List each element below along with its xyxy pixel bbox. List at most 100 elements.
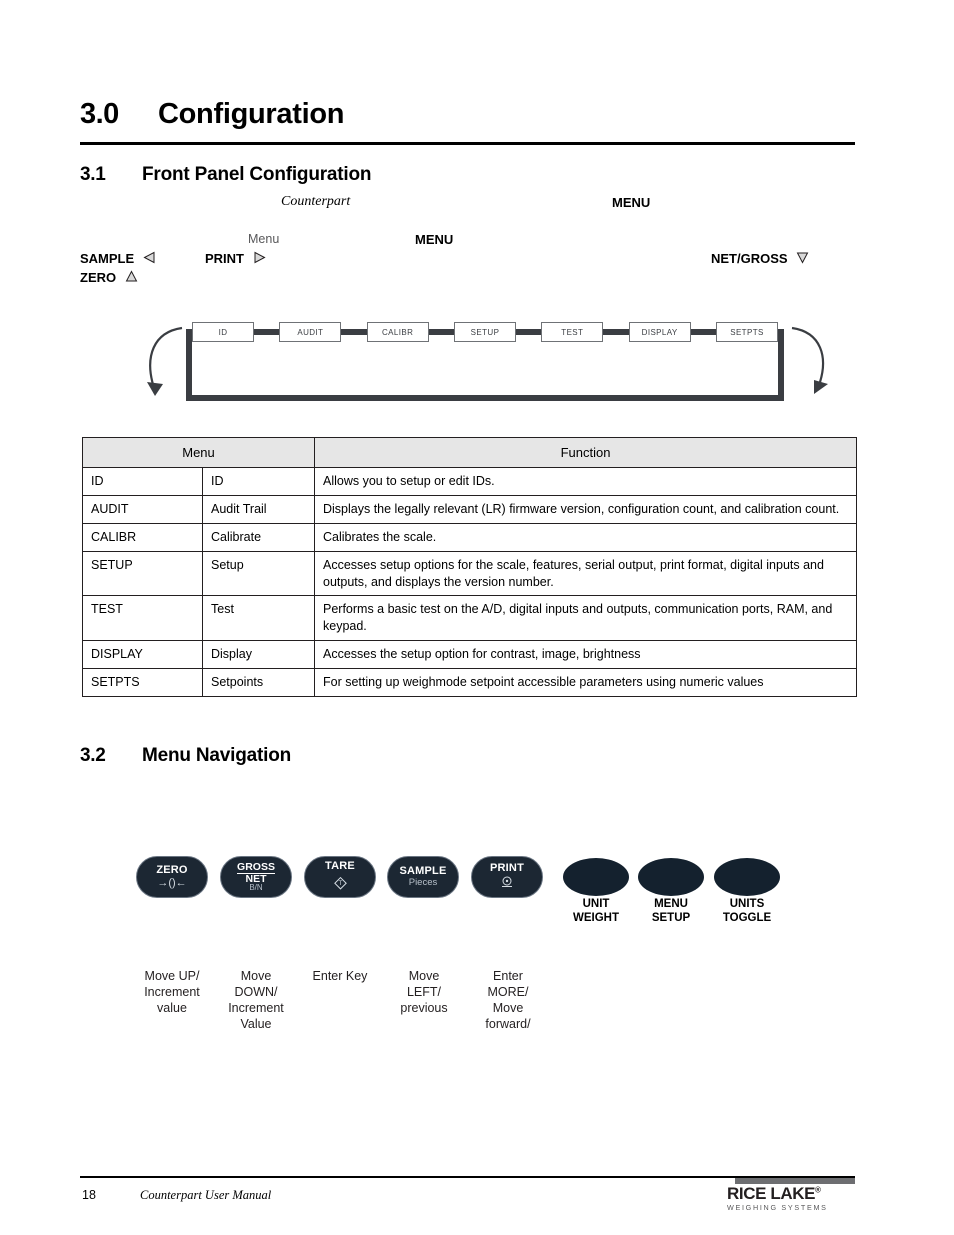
body-term-counterpart: Counterpart (281, 194, 351, 209)
caption-gross-net: Move DOWN/Increment Value (228, 969, 284, 1031)
key-menu-setup[interactable] (638, 858, 704, 896)
flow-node-setpts[interactable]: SETPTS (715, 322, 778, 342)
flow-node-list: ID AUDIT CALIBR SETUP TEST DISPLAY SETPT… (192, 320, 778, 344)
up-triangle-icon (125, 270, 138, 286)
section-3-0-title: Configuration (158, 98, 345, 130)
cell-menu-function: Displays the legally relevant (LR) firmw… (314, 494, 857, 524)
body-term-menu-word: Menu (248, 232, 280, 246)
section-3-2-title: Menu Navigation (142, 745, 292, 766)
body-term-menu-caps-1: MENU (612, 195, 651, 210)
table-row: AUDIT Audit Trail Displays the legally r… (82, 494, 857, 524)
section-3-0-number: 3.0 (80, 98, 119, 130)
cell-menu-name: Setup (202, 550, 315, 597)
table-header-row: Menu Function (82, 437, 857, 468)
zero-label: ZERO (80, 270, 117, 285)
key-sample[interactable]: SAMPLE Pieces (387, 856, 459, 898)
key-tare-label: TARE (325, 860, 355, 873)
flow-node-audit[interactable]: AUDIT (279, 322, 342, 342)
cell-menu-name: Calibrate (202, 522, 315, 552)
cell-menu-name: Display (202, 640, 315, 669)
key-bn-label: B/N (249, 883, 263, 892)
key-gross-net[interactable]: GROSS NET B/N (220, 856, 292, 898)
cell-menu-function: Performs a basic test on the A/D, digita… (314, 595, 857, 642)
print-label: PRINT (205, 251, 244, 266)
table-header-function: Function (314, 437, 857, 468)
key-units-toggle-line2: TOGGLE (722, 912, 772, 925)
table-row: SETPTS Setpoints For setting up weighmod… (82, 668, 857, 697)
down-triangle-icon (796, 251, 809, 267)
section-3-0-rule (80, 142, 855, 145)
flow-node-setup[interactable]: SETUP (453, 322, 516, 342)
body-term-print: PRINT (205, 251, 266, 267)
table-row: SETUP Setup Accesses setup options for t… (82, 550, 857, 597)
table-row: TEST Test Performs a basic test on the A… (82, 595, 857, 642)
body-term-net-gross: NET/GROSS (711, 251, 809, 267)
zero-bracket-icon: →()← (157, 877, 187, 890)
print-circle-icon (500, 876, 514, 891)
caption-zero: Move UP/Increment value (144, 969, 200, 1015)
body-term-menu-caps-2: MENU (415, 232, 454, 247)
section-3-0-heading: 3.0 Configuration (80, 98, 855, 131)
flow-node-id[interactable]: ID (192, 322, 254, 342)
rice-lake-logo: RICE LAKE® WEIGHING SYSTEMS (727, 1178, 855, 1212)
cell-menu-code: SETUP (82, 550, 203, 597)
footer-manual-title: Counterpart User Manual (140, 1188, 272, 1202)
key-zero-label: ZERO (156, 863, 188, 876)
key-gross-label: GROSS (237, 861, 275, 874)
cell-menu-function: Accesses the setup option for contrast, … (314, 640, 857, 669)
cell-menu-code: DISPLAY (82, 640, 203, 669)
section-3-2-number: 3.2 (80, 745, 106, 766)
table-row: CALIBR Calibrate Calibrates the scale. (82, 522, 857, 552)
cell-menu-function: Calibrates the scale. (314, 522, 857, 552)
table-header-menu: Menu (82, 437, 315, 468)
table-row: ID ID Allows you to setup or edit IDs. (82, 467, 857, 496)
menu-flow-diagram: ID AUDIT CALIBR SETUP TEST DISPLAY SETPT… (140, 312, 860, 412)
sample-label: SAMPLE (80, 251, 135, 266)
key-sample-label: SAMPLE (399, 864, 447, 877)
key-print[interactable]: PRINT (471, 856, 543, 898)
section-3-2-heading: 3.2 Menu Navigation (80, 745, 291, 767)
section-3-1-number: 3.1 (80, 164, 106, 185)
cell-menu-function: Accesses setup options for the scale, fe… (314, 550, 857, 597)
key-zero[interactable]: ZERO →()← (136, 856, 208, 898)
section-3-1-title: Front Panel Configuration (142, 164, 372, 185)
net-gross-label: NET/GROSS (711, 251, 788, 266)
key-print-label: PRINT (490, 861, 524, 874)
cell-menu-function: Allows you to setup or edit IDs. (314, 467, 857, 496)
logo-registered-icon: ® (815, 1185, 821, 1195)
loop-arrow-right-icon (791, 326, 828, 394)
menu-function-table: Menu Function ID ID Allows you to setup … (82, 437, 857, 697)
flow-node-display[interactable]: DISPLAY (628, 322, 691, 342)
manual-page: 3.0 Configuration 3.1 Front Panel Config… (0, 0, 954, 1235)
flow-node-test[interactable]: TEST (541, 322, 604, 342)
body-term-sample: SAMPLE (80, 251, 156, 267)
loop-arrow-left-icon (147, 326, 183, 396)
keypad-graphic: ZERO →()← GROSS NET B/N TARE T SAMPLE Pi… (80, 845, 870, 1045)
cell-menu-code: SETPTS (82, 668, 203, 697)
key-tare[interactable]: TARE T (304, 856, 376, 898)
flow-node-calibr[interactable]: CALIBR (366, 322, 429, 342)
footer-page-number: 18 (82, 1188, 96, 1202)
svg-text:T: T (338, 881, 342, 887)
cell-menu-name: Setpoints (202, 668, 315, 697)
caption-tare: Enter Key (312, 969, 368, 983)
caption-print: Enter MORE/Move forward/ (485, 969, 531, 1031)
tare-diamond-icon: T (333, 875, 348, 893)
key-sample-sub-label: Pieces (408, 877, 438, 889)
cell-menu-name: ID (202, 467, 315, 496)
table-row: DISPLAY Display Accesses the setup optio… (82, 640, 857, 669)
key-units-toggle-label: UNITS TOGGLE (701, 897, 793, 926)
cell-menu-code: AUDIT (82, 494, 203, 524)
right-triangle-icon (253, 251, 266, 267)
left-triangle-icon (143, 251, 156, 267)
cell-menu-code: TEST (82, 595, 203, 642)
key-units-toggle[interactable] (714, 858, 780, 896)
cell-menu-function: For setting up weighmode setpoint access… (314, 668, 857, 697)
section-3-1-heading: 3.1 Front Panel Configuration (80, 164, 372, 186)
cell-menu-code: ID (82, 467, 203, 496)
cell-menu-name: Audit Trail (202, 494, 315, 524)
logo-wordmark: RICE LAKE® (727, 1184, 855, 1204)
cell-menu-name: Test (202, 595, 315, 642)
key-unit-weight[interactable] (563, 858, 629, 896)
key-units-toggle-line1: UNITS (729, 898, 765, 910)
